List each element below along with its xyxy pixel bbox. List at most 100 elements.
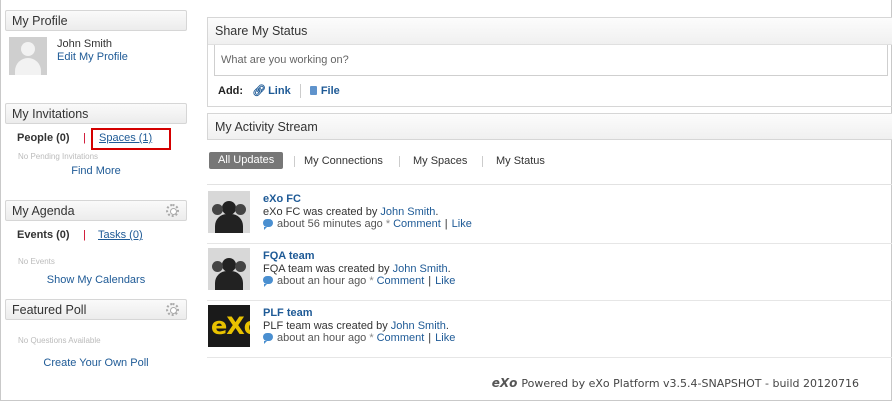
exo-logo-icon: eXo [211,312,250,340]
avatar-body-shape [15,58,41,75]
agenda-portlet: My Agenda Events (0) | Tasks (0) No Even… [5,200,187,286]
agenda-title: My Agenda [12,204,75,218]
activity-item: FQA team FQA team was created by John Sm… [207,244,892,301]
activity-stream-panel: My Activity Stream All Updates My Connec… [207,113,892,358]
meta-pipe: | [428,332,432,344]
activity-meta: about 56 minutes ago * Comment | Like [263,218,472,230]
comment-link[interactable]: Comment [393,218,441,230]
agenda-tabs: Events (0) | Tasks (0) [5,229,187,245]
author-link[interactable]: John Smith [391,320,446,332]
activity-item: eXo FC eXo FC was created by John Smith.… [207,187,892,244]
tab-separator: | [83,229,86,241]
activity-text: FQA team was created by John Smith. [263,263,451,275]
gear-icon[interactable] [166,204,179,217]
activity-text-prefix: PLF team was created by [263,320,391,332]
poll-title: Featured Poll [12,303,87,317]
comment-link[interactable]: Comment [377,332,425,344]
meta-separator: * [369,332,374,344]
activity-text-prefix: eXo FC was created by [263,206,381,218]
activity-time: about an hour ago [277,275,367,287]
invitations-portlet: My Invitations People (0) | Spaces (1) N… [5,103,187,177]
avatar[interactable] [9,37,47,75]
share-status-panel: Share My Status Add: 🔗︎Link File [207,17,892,107]
agenda-header: My Agenda [5,200,187,221]
activity-meta: about an hour ago * Comment | Like [263,332,455,344]
comment-link[interactable]: Comment [377,275,425,287]
filter-my-connections[interactable]: My Connections [304,155,383,167]
exo-logo-avatar[interactable]: eXo [208,305,250,347]
add-divider [299,84,301,99]
filter-my-status[interactable]: My Status [496,155,545,167]
filter-my-spaces[interactable]: My Spaces [413,155,467,167]
file-label: File [320,85,340,97]
no-events-note: No Events [18,257,55,266]
activity-item: eXo PLF team PLF team was created by Joh… [207,301,892,358]
link-icon: 🔗︎ [252,85,267,97]
filter-divider [482,156,483,167]
share-status-header: Share My Status [208,18,892,45]
footer-text: Powered by eXo Platform v3.5.4-SNAPSHOT … [521,377,859,390]
author-link[interactable]: John Smith [393,263,448,275]
activity-stream-header: My Activity Stream [207,113,892,140]
add-link-button[interactable]: 🔗︎ Link [252,85,294,97]
find-more-link[interactable]: Find More [5,165,187,177]
add-attachment-row: Add: 🔗︎ Link File [208,76,892,106]
activity-meta: about an hour ago * Comment | Like [263,275,455,287]
main-content: Share My Status Add: 🔗︎Link File My Acti… [207,17,892,358]
gear-icon[interactable] [166,303,179,316]
filter-divider [399,156,400,167]
comment-bubble-icon [263,333,273,344]
poll-portlet: Featured Poll No Questions Available Cre… [5,299,187,369]
meta-pipe: | [428,275,432,287]
edit-profile-link[interactable]: Edit My Profile [57,51,128,63]
activity-title-link[interactable]: FQA team [263,250,315,262]
activity-title-link[interactable]: PLF team [263,307,313,319]
author-link[interactable]: John Smith [380,206,435,218]
invitations-header: My Invitations [5,103,187,124]
activity-filter-bar: All Updates My Connections My Spaces My … [207,152,892,172]
meta-separator: * [369,275,374,287]
activity-text-suffix: . [435,206,439,218]
add-file-button[interactable]: File [309,85,340,97]
stream-divider [207,184,892,185]
create-poll-link[interactable]: Create Your Own Poll [5,357,187,369]
footer: eXo Powered by eXo Platform v3.5.4-SNAPSH… [492,376,859,390]
like-link[interactable]: Like [435,275,455,287]
activity-text-suffix: . [447,263,451,275]
link-label: Link [268,85,291,97]
activity-time: about 56 minutes ago [277,218,383,230]
no-questions-note: No Questions Available [18,336,101,345]
activity-text: PLF team was created by John Smith. [263,320,449,332]
profile-portlet: My Profile John Smith Edit My Profile [5,10,187,80]
activity-text-suffix: . [445,320,449,332]
group-avatar[interactable] [208,191,250,233]
activity-text: eXo FC was created by John Smith. [263,206,438,218]
comment-bubble-icon [263,219,273,230]
tab-spaces[interactable]: Spaces (1) [99,132,152,144]
avatar-head-shape [21,42,35,56]
poll-header: Featured Poll [5,299,187,320]
show-calendars-link[interactable]: Show My Calendars [5,274,187,286]
add-label: Add: [218,85,244,97]
no-invitations-note: No Pending Invitations [18,152,99,161]
group-avatar[interactable] [208,248,250,290]
profile-header: My Profile [5,10,187,31]
meta-separator: * [385,218,391,230]
status-input[interactable] [214,45,888,76]
activity-text-prefix: FQA team was created by [263,263,393,275]
profile-name: John Smith [57,38,113,50]
left-sidebar: My Profile John Smith Edit My Profile My… [5,10,187,369]
file-icon [309,86,317,95]
activity-title-link[interactable]: eXo FC [263,193,301,205]
tab-tasks[interactable]: Tasks (0) [98,229,143,241]
invitations-tabs: People (0) | Spaces (1) [5,128,187,150]
filter-all-updates[interactable]: All Updates [209,152,284,169]
meta-pipe: | [444,218,448,230]
like-link[interactable]: Like [435,332,455,344]
like-link[interactable]: Like [452,218,472,230]
activity-time: about an hour ago [277,332,367,344]
comment-bubble-icon [263,276,273,287]
tab-events[interactable]: Events (0) [17,229,70,241]
exo-footer-logo: eXo [491,376,518,390]
tab-people[interactable]: People (0) [17,132,70,144]
